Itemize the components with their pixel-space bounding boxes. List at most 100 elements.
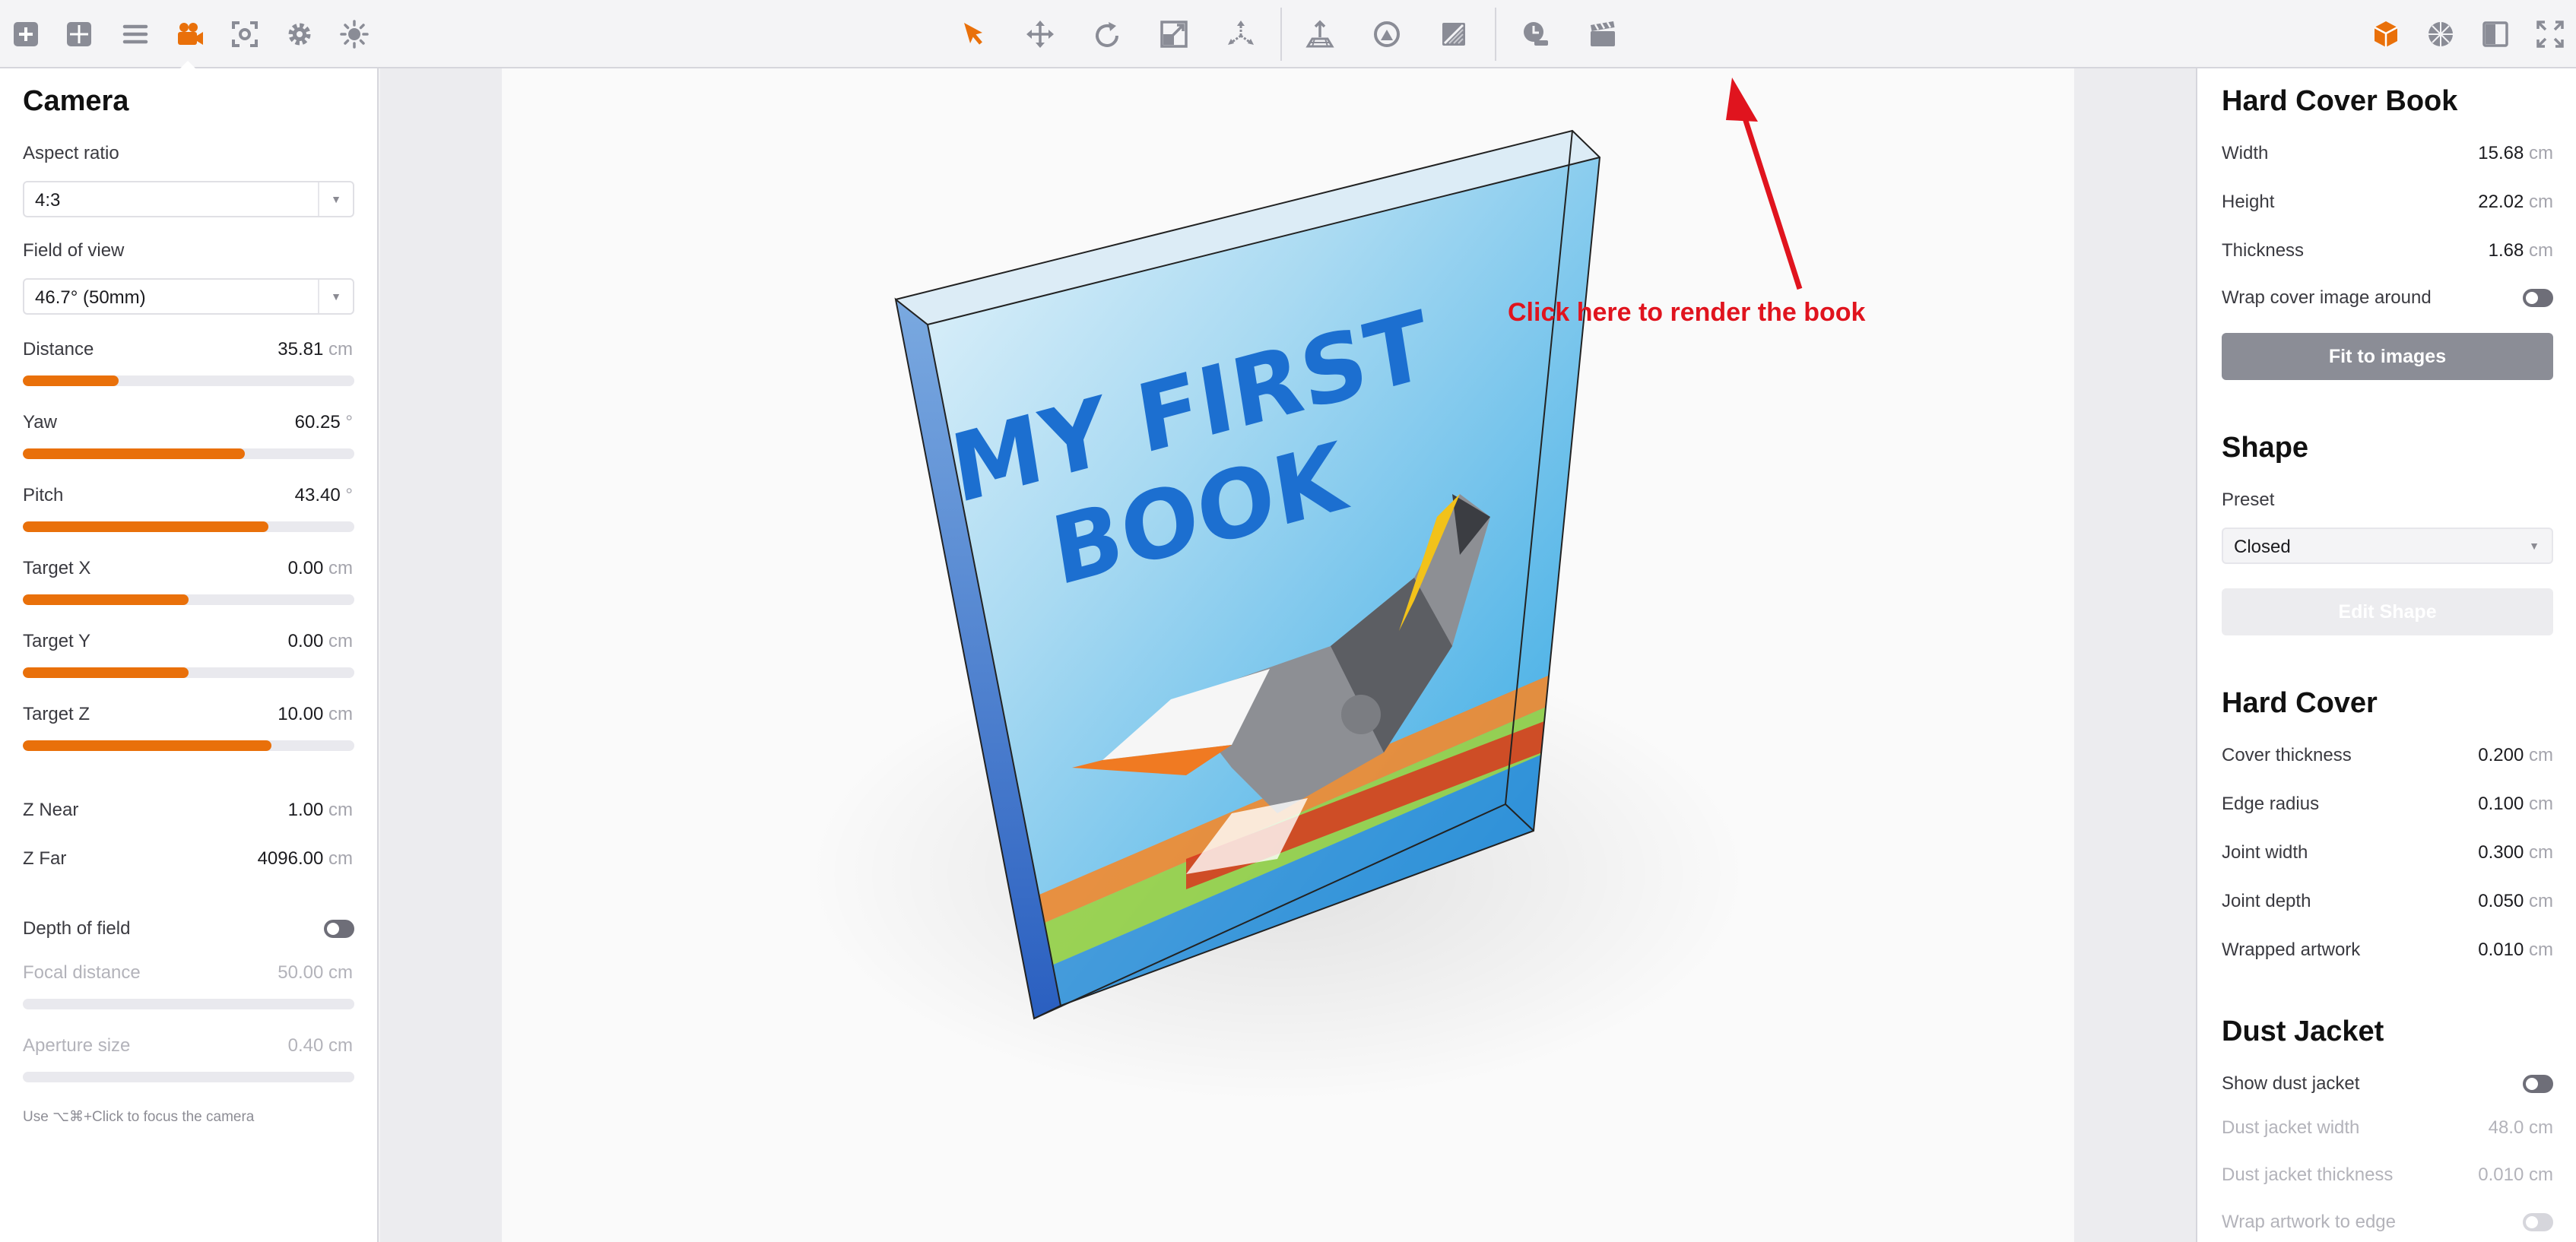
book-render: MY FIRST BOOK [806,78,1803,1102]
joint-depth-value[interactable]: 0.050 cm [2478,891,2553,912]
joint-width-label: Joint width [2222,842,2308,863]
env-icon[interactable] [1366,13,1408,55]
aspect-ratio-value: 4:3 [35,190,61,211]
slider-fill [23,667,189,678]
focal-distance-slider[interactable] [23,999,354,1009]
aperture-size-slider[interactable] [23,1072,354,1082]
width-value[interactable]: 15.68 cm [2478,143,2553,164]
select-arrow-icon[interactable] [952,13,995,55]
chevron-down-icon: ▼ [2529,540,2540,552]
grid-icon[interactable] [58,13,100,55]
preset-value: Closed [2234,537,2291,557]
depth-of-field-toggle[interactable] [324,920,354,938]
wrap-cover-toggle[interactable] [2523,289,2553,307]
pitch-value: 43.40 ° [294,485,353,505]
dust-jacket-width-label: Dust jacket width [2222,1117,2360,1138]
yaw-value: 60.25 ° [294,412,353,432]
rotate-icon[interactable] [1086,13,1128,55]
preset-label: Preset [2222,490,2275,510]
joint-width-value[interactable]: 0.300 cm [2478,842,2553,863]
target-z-slider[interactable] [23,740,354,751]
edge-radius-label: Edge radius [2222,794,2320,814]
preset-select[interactable]: Closed ▼ [2222,528,2553,564]
render-canvas[interactable]: MY FIRST BOOK [502,68,2074,1242]
floor-icon[interactable] [1299,13,1341,55]
move-icon[interactable] [1019,13,1061,55]
distance-slider[interactable] [23,375,354,386]
slider-fill [23,740,271,751]
layout-icon[interactable] [2474,13,2517,55]
edge-radius-value[interactable]: 0.100 cm [2478,794,2553,815]
wrap-cover-label: Wrap cover image around [2222,287,2432,308]
light-icon[interactable] [333,13,376,55]
slider-fill [23,594,189,605]
dust-jacket-width-value: 48.0 cm [2488,1117,2553,1138]
chevron-down-icon: ▼ [318,280,353,313]
z-near-value[interactable]: 1.00 cm [288,800,353,821]
pitch-slider[interactable] [23,521,354,532]
aperture-size-label: Aperture size [23,1035,131,1056]
axes-icon[interactable] [1220,13,1262,55]
width-label: Width [2222,143,2269,163]
list-icon[interactable] [114,13,157,55]
timer-icon[interactable] [1515,13,1557,55]
target-y-slider[interactable] [23,667,354,678]
slider-fill [23,448,246,459]
target-y-label: Target Y [23,631,90,651]
focal-distance-label: Focal distance [23,962,141,983]
wrap-artwork-to-edge-toggle[interactable] [2523,1213,2553,1231]
render-clapper-icon[interactable] [1581,13,1624,55]
fullscreen-icon[interactable] [2529,13,2571,55]
edit-shape-button[interactable]: Edit Shape [2222,588,2553,635]
material-icon[interactable] [1432,13,1475,55]
z-far-value[interactable]: 4096.00 cm [258,848,353,870]
dust-jacket-title: Dust Jacket [2222,1015,2384,1047]
dust-jacket-thickness-label: Dust jacket thickness [2222,1164,2394,1185]
yaw-slider[interactable] [23,448,354,459]
cover-thickness-label: Cover thickness [2222,745,2352,765]
target-x-slider[interactable] [23,594,354,605]
hard-cover-book-title: Hard Cover Book [2222,85,2458,117]
cube-icon[interactable] [2365,13,2407,55]
height-value[interactable]: 22.02 cm [2478,192,2553,213]
height-label: Height [2222,192,2275,212]
scale-icon[interactable] [1153,13,1195,55]
add-icon[interactable] [5,13,47,55]
texture-icon[interactable] [2419,13,2462,55]
target-z-label: Target Z [23,704,90,724]
field-of-view-value: 46.7° (50mm) [35,287,146,308]
show-dust-jacket-toggle[interactable] [2523,1075,2553,1093]
distance-value: 35.81 cm [278,339,353,360]
field-of-view-select[interactable]: 46.7° (50mm) ▼ [23,278,354,315]
aspect-ratio-select[interactable]: 4:3 ▼ [23,181,354,217]
show-dust-jacket-label: Show dust jacket [2222,1073,2360,1094]
wrapped-artwork-label: Wrapped artwork [2222,939,2361,960]
dust-jacket-thickness-value: 0.010 cm [2478,1164,2553,1185]
chevron-down-icon: ▼ [318,182,353,216]
z-far-label: Z Far [23,848,67,869]
camera-title: Camera [23,85,129,117]
3d-viewport[interactable]: MY FIRST BOOK Click here to render the b… [380,68,2196,1242]
thickness-value[interactable]: 1.68 cm [2489,240,2553,261]
thickness-label: Thickness [2222,240,2305,261]
aspect-ratio-label: Aspect ratio [23,143,119,163]
toolbar [0,0,2576,69]
focus-hint: Use ⌥⌘+Click to focus the camera [23,1109,255,1125]
render-annotation-text: Click here to render the book [1508,298,1866,327]
hard-cover-title: Hard Cover [2222,687,2378,719]
cover-thickness-value[interactable]: 0.200 cm [2478,745,2553,766]
yaw-label: Yaw [23,412,57,432]
gear-icon[interactable] [278,13,321,55]
annotation-arrow [1726,78,1803,290]
focus-icon[interactable] [224,13,266,55]
aperture-size-value: 0.40 cm [287,1035,353,1056]
shape-title: Shape [2222,432,2309,464]
wrapped-artwork-value[interactable]: 0.010 cm [2478,939,2553,961]
camera-icon[interactable] [169,13,211,55]
fit-to-images-button[interactable]: Fit to images [2222,333,2553,380]
properties-panel: Hard Cover Book Width 15.68 cm Height 22… [2196,68,2576,1242]
toolbar-separator [1280,8,1282,61]
camera-panel: Camera Aspect ratio 4:3 ▼ Field of view … [0,68,379,1242]
field-of-view-label: Field of view [23,240,125,261]
toolbar-separator [1495,8,1496,61]
